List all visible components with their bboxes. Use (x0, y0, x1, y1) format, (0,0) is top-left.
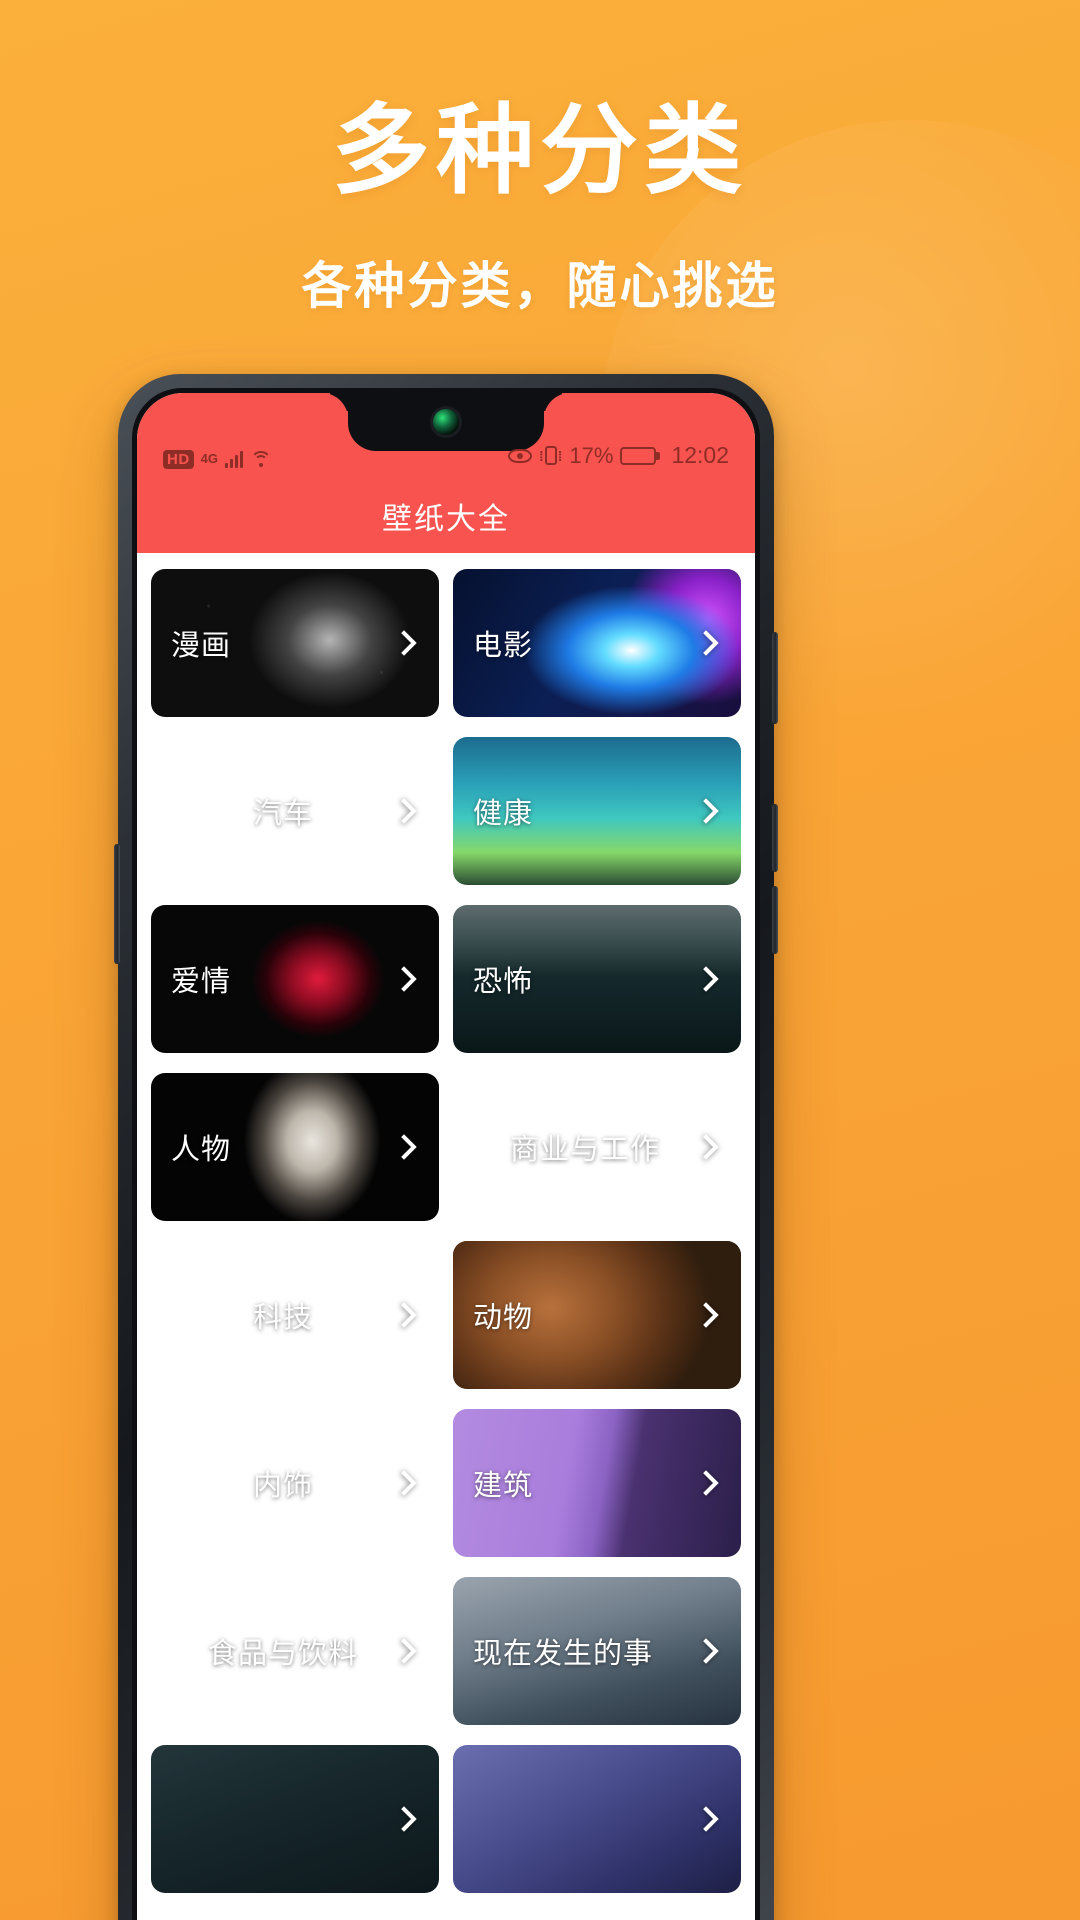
category-label: 爱情 (171, 966, 232, 998)
wifi-icon (250, 450, 272, 468)
left-side-button[interactable] (114, 844, 120, 964)
vibrate-icon: ⁞ ⁞ (539, 446, 562, 465)
category-card[interactable]: 健康 (453, 737, 741, 885)
category-label: 建筑 (473, 1470, 534, 1502)
category-label: 商业与工作 (509, 1134, 660, 1166)
category-label: 食品与饮料 (207, 1638, 358, 1670)
phone-device-frame: HD 4G ⁞ ⁞ 17% 12:02 壁纸大全 漫画 电影 汽车 健康 爱情 … (114, 374, 778, 1920)
category-label: 动物 (473, 1302, 534, 1334)
category-card[interactable]: 科技 (151, 1241, 439, 1389)
category-label: 汽车 (252, 798, 313, 830)
category-card[interactable]: 漫画 (151, 569, 439, 717)
category-card[interactable] (453, 1745, 741, 1893)
phone-bezel: HD 4G ⁞ ⁞ 17% 12:02 壁纸大全 漫画 电影 汽车 健康 爱情 … (132, 388, 760, 1920)
category-card[interactable]: 爱情 (151, 905, 439, 1053)
vibrate-wave-left-icon: ⁞ (539, 447, 544, 464)
category-card[interactable]: 恐怖 (453, 905, 741, 1053)
volume-down-button[interactable] (772, 886, 778, 954)
chevron-right-icon (391, 798, 417, 824)
category-card[interactable]: 电影 (453, 569, 741, 717)
category-card[interactable]: 商业与工作 (453, 1073, 741, 1221)
app-title: 壁纸大全 (382, 503, 510, 536)
volume-up-button[interactable] (772, 804, 778, 872)
eye-care-icon (508, 448, 533, 463)
category-label: 健康 (473, 798, 534, 830)
promo-text-block: 多种分类 各种分类，随心挑选 (0, 95, 1080, 318)
category-list-scroll[interactable]: 漫画 电影汽车 健康爱情 恐怖人物 商业与工作科技 动物内饰 建筑食品与饮料 现在发生的事 (137, 553, 755, 1920)
category-card[interactable]: 内饰 (151, 1409, 439, 1557)
category-card[interactable]: 汽车 (151, 737, 439, 885)
chevron-right-icon (693, 1134, 719, 1160)
chevron-right-icon (391, 1302, 417, 1328)
status-bar-clock: 12:02 (671, 442, 729, 468)
phone-screen: HD 4G ⁞ ⁞ 17% 12:02 壁纸大全 漫画 电影 汽车 健康 爱情 … (137, 393, 755, 1920)
battery-icon (620, 446, 657, 465)
signal-bars-icon (225, 450, 244, 469)
hd-icon: HD (163, 449, 194, 469)
status-bar: HD 4G ⁞ ⁞ 17% 12:02 (137, 393, 755, 479)
category-card[interactable]: 现在发生的事 (453, 1577, 741, 1725)
app-bar: 壁纸大全 (137, 479, 755, 553)
category-label: 人物 (171, 1134, 232, 1166)
chevron-right-icon (391, 1470, 417, 1496)
category-card[interactable]: 人物 (151, 1073, 439, 1221)
chevron-right-icon (391, 1638, 417, 1664)
vibrate-wave-right-icon: ⁞ (557, 447, 563, 464)
promo-banner: 多种分类 各种分类，随心挑选 HD 4G ⁞ ⁞ 17% 12:02 壁纸大全 … (0, 0, 1080, 1920)
category-label: 电影 (473, 630, 534, 662)
category-card[interactable] (151, 1745, 439, 1893)
category-card[interactable]: 动物 (453, 1241, 741, 1389)
network-type-label: 4G (200, 450, 219, 466)
category-label: 科技 (252, 1302, 313, 1334)
battery-percent-label: 17% (569, 442, 614, 468)
power-button[interactable] (772, 632, 778, 724)
front-camera-icon (433, 409, 459, 435)
category-card[interactable]: 食品与饮料 (151, 1577, 439, 1725)
status-bar-left: HD 4G (163, 449, 272, 469)
category-label: 恐怖 (473, 966, 534, 998)
category-label: 内饰 (252, 1470, 313, 1502)
page-subtitle: 各种分类，随心挑选 (301, 257, 779, 314)
category-label: 漫画 (171, 630, 232, 662)
category-grid: 漫画 电影汽车 健康爱情 恐怖人物 商业与工作科技 动物内饰 建筑食品与饮料 现在发生的事 (151, 569, 741, 1893)
phone-glyph-icon (544, 446, 557, 465)
status-bar-right: ⁞ ⁞ 17% 12:02 (508, 442, 729, 469)
category-label: 现在发生的事 (473, 1638, 654, 1670)
page-title: 多种分类 (331, 95, 748, 205)
category-card[interactable]: 建筑 (453, 1409, 741, 1557)
